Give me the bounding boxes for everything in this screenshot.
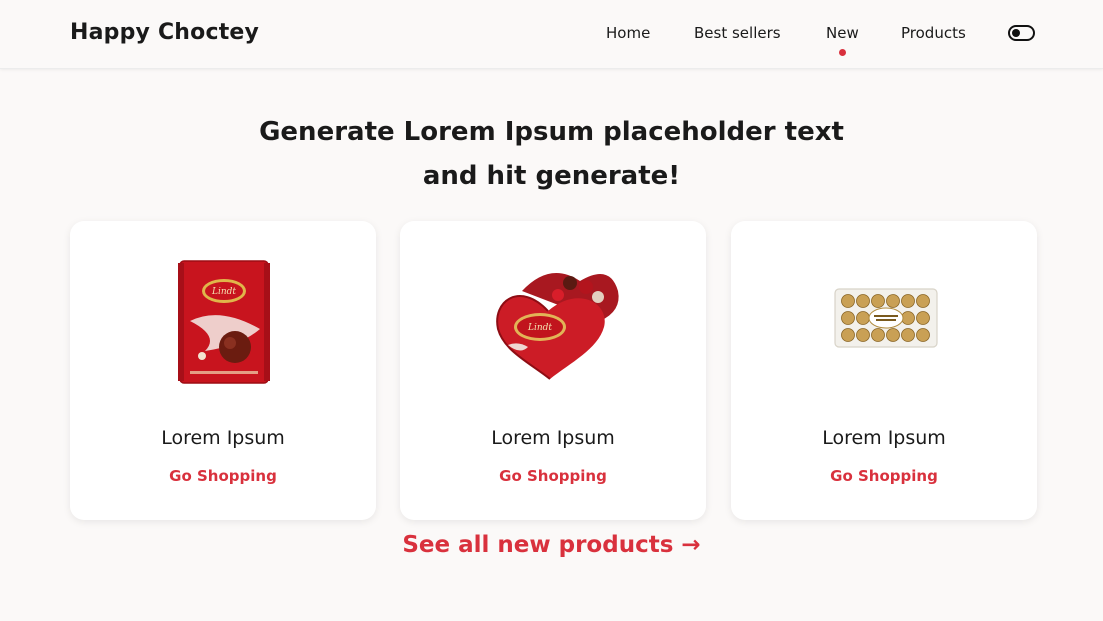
- nav-products[interactable]: Products: [901, 24, 966, 42]
- go-shopping-link[interactable]: Go Shopping: [731, 467, 1037, 485]
- see-all-new-products-link[interactable]: See all new products →: [0, 532, 1103, 558]
- product-title: Lorem Ipsum: [161, 427, 285, 449]
- hero-heading: Generate Lorem Ipsum placeholder text an…: [0, 110, 1103, 198]
- nav-home[interactable]: Home: [606, 24, 650, 42]
- hero-line-1: Generate Lorem Ipsum placeholder text: [259, 117, 844, 147]
- product-card: Lindt Lorem Ipsum Go Shopping: [70, 221, 376, 520]
- product-card: Lindt Lorem Ipsum Go Shopping: [400, 221, 706, 520]
- lindt-lindor-box-image: Lindt: [178, 260, 270, 384]
- hero-line-2: and hit generate!: [422, 161, 681, 191]
- nav-new-label: New: [826, 24, 859, 42]
- nav-new[interactable]: New: [826, 24, 859, 56]
- go-shopping-link[interactable]: Go Shopping: [400, 467, 706, 485]
- nav-best-sellers[interactable]: Best sellers: [694, 24, 781, 42]
- svg-text:Lindt: Lindt: [527, 323, 552, 333]
- ferrero-rocher-box-image: [834, 288, 938, 348]
- go-shopping-link[interactable]: Go Shopping: [70, 467, 376, 485]
- product-title: Lorem Ipsum: [491, 427, 615, 449]
- svg-text:Lindt: Lindt: [211, 287, 236, 297]
- theme-toggle-icon[interactable]: [1008, 25, 1035, 41]
- product-title: Lorem Ipsum: [822, 427, 946, 449]
- active-indicator-dot: [839, 49, 847, 56]
- main-nav: Home Best sellers New Products: [0, 24, 1103, 56]
- product-card: Lorem Ipsum Go Shopping: [731, 221, 1037, 520]
- lindt-heart-tin-image: Lindt: [496, 273, 619, 380]
- site-header: Happy Choctey Home Best sellers New Prod…: [0, 0, 1103, 69]
- toggle-knob: [1012, 29, 1020, 37]
